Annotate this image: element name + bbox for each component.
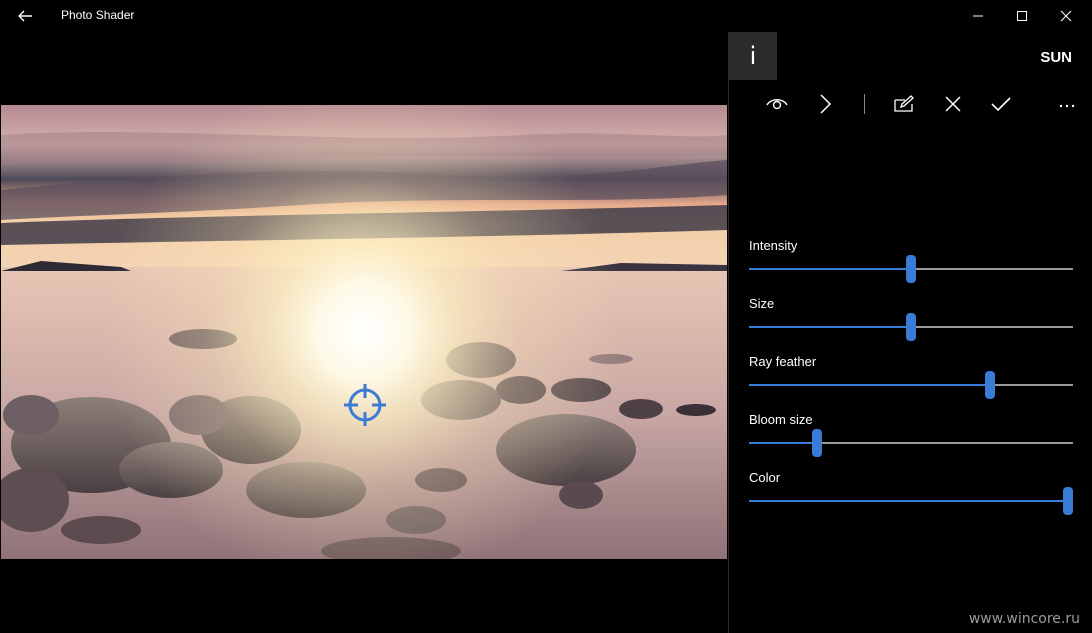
edit-button[interactable] [886, 88, 922, 120]
slider-label: Size [749, 296, 775, 311]
slider-intensity: Intensity [749, 236, 1073, 294]
slider-label: Ray feather [749, 354, 817, 369]
slider-fill [749, 384, 991, 386]
info-label: i [749, 42, 757, 70]
slider-thumb[interactable] [906, 313, 916, 341]
slider-fill [749, 500, 1069, 502]
close-window-button[interactable] [1043, 0, 1089, 32]
eye-icon [766, 99, 788, 110]
info-button[interactable]: i [729, 32, 777, 80]
effect-toolbar [729, 84, 1092, 124]
crosshair-icon [344, 384, 386, 426]
pen-icon [894, 95, 914, 112]
close-icon [945, 96, 961, 112]
title-bar: Photo Shader [0, 0, 1092, 32]
toolbar-separator [864, 94, 865, 114]
maximize-button[interactable] [999, 0, 1045, 32]
slider-thumb[interactable] [906, 255, 916, 283]
intensity-slider-track[interactable] [749, 255, 1073, 283]
slider-thumb[interactable] [985, 371, 996, 399]
slider-size: Size [749, 294, 1073, 352]
seascape-image [1, 105, 727, 559]
settings-panel: i SUN Intensity Size Ray feather Bloom s… [728, 32, 1092, 633]
effect-sliders: Intensity Size Ray feather Bloom size Co… [749, 236, 1074, 526]
effect-name: SUN [1040, 49, 1072, 66]
apply-button[interactable] [983, 88, 1019, 120]
minimize-icon [973, 15, 983, 17]
slider-thumb[interactable] [812, 429, 823, 457]
slider-fill [749, 442, 818, 444]
next-button[interactable] [807, 88, 843, 120]
more-button[interactable] [1049, 88, 1085, 120]
close-icon [1060, 10, 1072, 22]
slider-thumb[interactable] [1063, 487, 1074, 515]
preview-button[interactable] [759, 88, 795, 120]
slider-color: Color [749, 468, 1074, 526]
app-title: Photo Shader [61, 8, 135, 22]
chevron-right-icon [820, 94, 832, 114]
bloom-size-slider-track[interactable] [749, 429, 1073, 457]
maximize-icon [1017, 11, 1027, 21]
back-button[interactable] [10, 4, 40, 28]
slider-label: Bloom size [749, 412, 813, 427]
watermark: www.wincore.ru [968, 611, 1080, 627]
slider-label: Intensity [749, 238, 798, 253]
minimize-button[interactable] [955, 0, 1001, 32]
photo-canvas [0, 32, 728, 633]
sun-position-handle[interactable] [342, 382, 388, 428]
photo-preview[interactable] [1, 105, 727, 559]
slider-ray-feather: Ray feather [749, 352, 1073, 410]
slider-bloom-size: Bloom size [749, 410, 1073, 468]
check-icon [991, 97, 1011, 112]
slider-label: Color [749, 470, 781, 485]
color-slider-track[interactable] [749, 487, 1074, 515]
arrow-left-icon [18, 10, 32, 22]
slider-fill [749, 326, 911, 328]
ray-feather-slider-track[interactable] [749, 371, 1073, 399]
size-slider-track[interactable] [749, 313, 1073, 341]
more-icon [1059, 104, 1075, 108]
cancel-button[interactable] [935, 88, 971, 120]
slider-fill [749, 268, 911, 270]
